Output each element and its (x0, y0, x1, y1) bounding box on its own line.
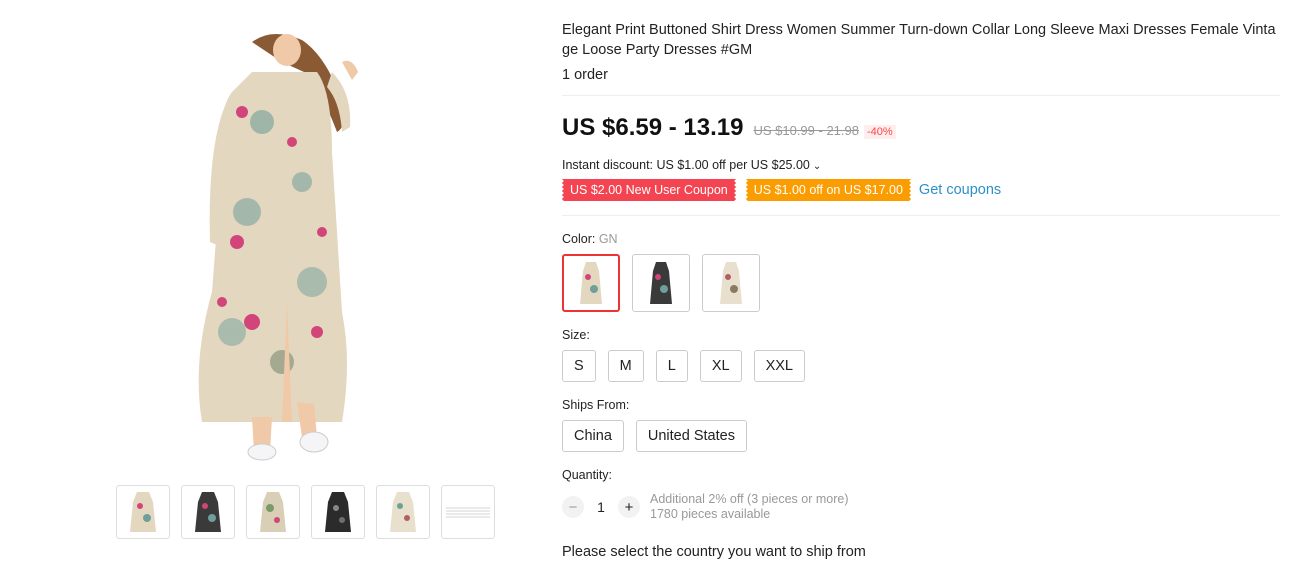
thumbnail-3[interactable] (246, 485, 300, 539)
current-price: US $6.59 - 13.19 (562, 114, 744, 141)
quantity-note: Additional 2% off (3 pieces or more) 178… (650, 492, 848, 522)
thumbnail-strip (116, 485, 495, 539)
quantity-label: Quantity: (562, 468, 613, 482)
color-swatch-dark[interactable] (632, 254, 690, 312)
size-option-l[interactable]: L (655, 350, 688, 382)
color-swatch-light[interactable] (702, 254, 760, 312)
ship-from-prompt: Please select the country you want to sh… (562, 544, 866, 560)
bulk-discount-note: Additional 2% off (3 pieces or more) (650, 492, 849, 506)
product-gallery (108, 18, 508, 548)
product-title: Elegant Print Buttoned Shirt Dress Women… (562, 22, 1276, 58)
size-option-s[interactable]: S (562, 350, 596, 382)
size-option-m[interactable]: M (607, 350, 644, 382)
stock-available-note: 1780 pieces available (650, 507, 771, 521)
instant-discount-text: Instant discount: US $1.00 off per US $2… (562, 158, 810, 172)
thumbnail-5[interactable] (376, 485, 430, 539)
ships-from-china[interactable]: China (562, 420, 624, 452)
ships-from-label: Ships From: (562, 398, 630, 412)
quantity-value[interactable]: 1 (584, 499, 618, 515)
get-coupons-link[interactable]: Get coupons (919, 182, 1001, 198)
discount-badge: -40% (863, 125, 896, 139)
instant-discount[interactable]: Instant discount: US $1.00 off per US $2… (562, 158, 1280, 172)
color-swatch-gn[interactable] (562, 254, 620, 312)
color-label: Color: GN (562, 232, 1280, 246)
product-info: Elegant Print Buttoned Shirt Dress Women… (560, 20, 1280, 560)
store-coupon[interactable]: US $1.00 off on US $17.00 (743, 179, 914, 201)
original-price: US $10.99 - 21.98 (753, 123, 859, 138)
color-label-text: Color: (562, 232, 596, 246)
price-row: US $6.59 - 13.19 US $10.99 - 21.98 -40% (562, 114, 1280, 142)
quantity-increase-button[interactable]: + (618, 496, 640, 518)
ships-from-options: China United States (562, 420, 1280, 452)
chevron-down-icon: ⌄ (812, 161, 822, 172)
quantity-stepper: − 1 + Additional 2% off (3 pieces or mor… (562, 492, 1280, 522)
size-label: Size: (562, 328, 590, 342)
coupon-row: US $2.00 New User Coupon US $1.00 off on… (560, 179, 1280, 201)
size-options: S M L XL XXL (562, 350, 1280, 382)
new-user-coupon[interactable]: US $2.00 New User Coupon (560, 179, 738, 201)
color-swatches (562, 254, 1280, 312)
order-count: 1 order (562, 67, 608, 83)
size-option-xxl[interactable]: XXL (753, 350, 806, 382)
thumbnail-2[interactable] (181, 485, 235, 539)
thumbnail-1[interactable] (116, 485, 170, 539)
thumbnail-size-chart[interactable] (441, 485, 495, 539)
divider (562, 95, 1280, 96)
ships-from-united-states[interactable]: United States (635, 420, 747, 452)
thumbnail-4[interactable] (311, 485, 365, 539)
size-option-xl[interactable]: XL (699, 350, 742, 382)
quantity-decrease-button[interactable]: − (562, 496, 584, 518)
divider (562, 215, 1280, 216)
selected-color-value: GN (598, 232, 618, 246)
main-product-image[interactable] (192, 32, 392, 462)
